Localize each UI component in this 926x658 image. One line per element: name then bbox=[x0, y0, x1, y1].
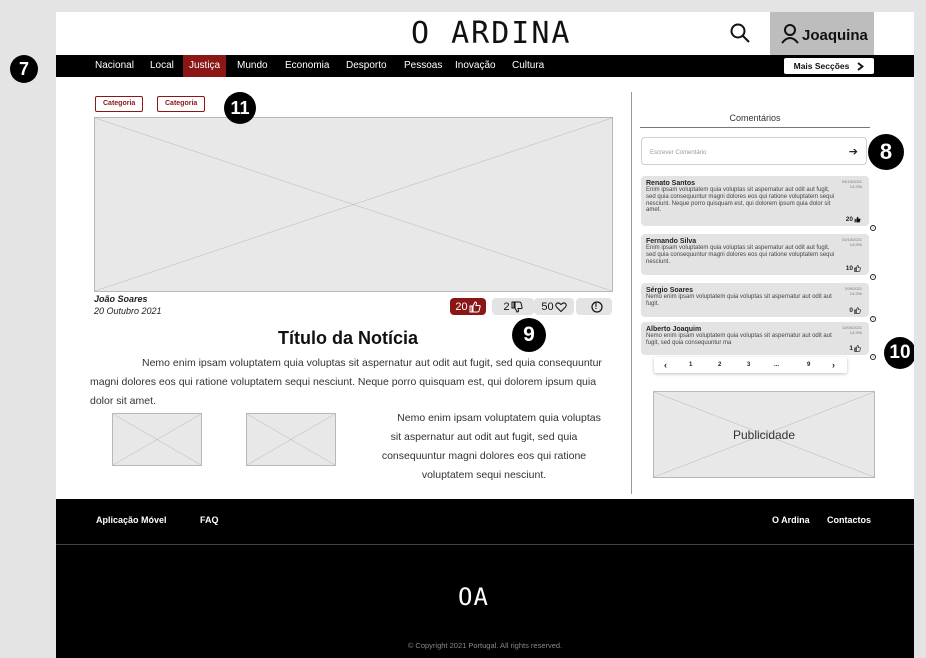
comment-author[interactable]: Renato Santos bbox=[646, 180, 864, 187]
comments-divider bbox=[640, 127, 870, 128]
nav-item-cultura[interactable]: Cultura bbox=[512, 55, 544, 77]
pagination-prev[interactable]: ‹ bbox=[664, 357, 667, 373]
comment-report-icon[interactable]: ! bbox=[870, 225, 876, 231]
comment-like-button[interactable]: 20 bbox=[846, 216, 861, 223]
article-author[interactable]: João Soares bbox=[94, 294, 148, 304]
comments-pagination: ‹ 1 2 3 ... 9 › bbox=[654, 357, 847, 373]
comment-text: Nemo enim ipsam voluptatem quia voluptas… bbox=[646, 294, 832, 307]
comment-text: Enim ipsam voluptatem quia voluptas sit … bbox=[646, 245, 835, 265]
more-sections-label: Mais Secções bbox=[793, 61, 850, 71]
more-sections-button[interactable]: Mais Secções bbox=[784, 58, 874, 74]
dislike-count: 2 bbox=[503, 300, 510, 313]
footer-link-faq[interactable]: FAQ bbox=[200, 515, 219, 525]
footer-link-app[interactable]: Aplicação Móvel bbox=[96, 515, 167, 525]
nav-item-mundo[interactable]: Mundo bbox=[237, 55, 268, 77]
user-account-button[interactable]: Joaquina bbox=[770, 12, 874, 55]
comment-input[interactable]: Escrever Comentário ➔ bbox=[641, 137, 867, 165]
inline-image-placeholder bbox=[246, 413, 336, 466]
comment-item: Sérgio Soares Nemo enim ipsam voluptatem… bbox=[641, 283, 876, 322]
thumbs-up-icon bbox=[854, 265, 861, 272]
nav-item-economia[interactable]: Economia bbox=[285, 55, 329, 77]
comment-item: Alberto Joaquim Nemo enim ipsam voluptat… bbox=[641, 322, 876, 360]
advertisement-box[interactable]: Publicidade bbox=[653, 391, 875, 478]
thumbs-up-icon bbox=[854, 307, 861, 314]
thumbs-up-icon bbox=[854, 345, 861, 352]
comment-input-placeholder: Escrever Comentário bbox=[650, 150, 707, 156]
footer-logo[interactable]: OA bbox=[458, 583, 489, 611]
heart-icon bbox=[554, 301, 567, 312]
comment-date: 7/09/2021 14:29h bbox=[844, 286, 862, 296]
comment-report-icon[interactable]: ! bbox=[870, 316, 876, 322]
comment-like-button[interactable]: 0 bbox=[849, 307, 861, 314]
nav-item-desporto[interactable]: Desporto bbox=[346, 55, 387, 77]
chevron-right-icon bbox=[857, 61, 865, 71]
comment-report-icon[interactable]: ! bbox=[870, 354, 876, 360]
annotation-badge-9: 9 bbox=[512, 318, 546, 352]
column-divider bbox=[631, 92, 632, 494]
footer: Aplicação Móvel FAQ O Ardina Contactos O… bbox=[56, 499, 914, 658]
thumbs-up-icon bbox=[854, 216, 861, 223]
comment-date: 03/10/2021 14:29h bbox=[841, 237, 862, 247]
pagination-page[interactable]: 1 bbox=[689, 357, 692, 373]
advertisement-label: Publicidade bbox=[732, 428, 796, 442]
like-count: 20 bbox=[455, 300, 468, 313]
comment-like-button[interactable]: 10 bbox=[846, 265, 861, 272]
comment-date: 12/09/2021 14:29h bbox=[841, 325, 862, 335]
category-tag[interactable]: Categoria bbox=[157, 96, 206, 112]
heart-count: 50 bbox=[541, 300, 554, 313]
nav-item-local[interactable]: Local bbox=[150, 55, 174, 77]
annotation-badge-8: 8 bbox=[868, 134, 904, 170]
annotation-badge-7: 7 bbox=[10, 55, 38, 83]
nav-item-justica[interactable]: Justiça bbox=[183, 55, 227, 77]
nav-item-pessoas[interactable]: Pessoas bbox=[404, 55, 442, 77]
article-image-placeholder bbox=[94, 117, 613, 292]
comment-text: Nemo enim ipsam voluptatem quia voluptas… bbox=[646, 333, 832, 346]
report-button[interactable]: ! bbox=[576, 298, 612, 315]
thumbs-up-icon bbox=[469, 300, 481, 312]
nav-bar: Nacional Local Justiça Mundo Economia De… bbox=[56, 55, 914, 77]
article-title: Título da Notícia bbox=[278, 328, 419, 348]
nav-item-inovacao[interactable]: Inovação bbox=[455, 55, 496, 77]
comment-text: Enim ipsam voluptatem quia voluptas sit … bbox=[646, 187, 835, 214]
comment-report-icon[interactable]: ! bbox=[870, 274, 876, 280]
pagination-page[interactable]: 2 bbox=[718, 357, 721, 373]
search-icon[interactable] bbox=[729, 22, 751, 44]
footer-copyright: © Copyright 2021 Portugal. All rights re… bbox=[407, 641, 563, 650]
page: O ARDINA Joaquina Nacional Local Justiça… bbox=[56, 12, 914, 658]
pagination-next[interactable]: › bbox=[832, 357, 835, 373]
like-button[interactable]: 20 bbox=[450, 298, 486, 315]
nav-item-nacional[interactable]: Nacional bbox=[95, 55, 134, 77]
comment-author[interactable]: Alberto Joaquim bbox=[646, 326, 864, 333]
user-name: Joaquina bbox=[802, 27, 868, 44]
heart-button[interactable]: 50 bbox=[534, 298, 574, 315]
send-arrow-icon[interactable]: ➔ bbox=[849, 145, 858, 158]
footer-link-contacts[interactable]: Contactos bbox=[827, 515, 871, 525]
dislike-button[interactable]: 2 bbox=[492, 298, 534, 315]
footer-link-about[interactable]: O Ardina bbox=[772, 515, 810, 525]
comments-title: Comentários bbox=[729, 113, 781, 123]
comment-item: Renato Santos Enim ipsam voluptatem quia… bbox=[641, 176, 876, 231]
user-icon bbox=[781, 23, 799, 44]
annotation-badge-11: 11 bbox=[224, 92, 256, 124]
article-paragraph: Nemo enim ipsam voluptatem quia voluptas… bbox=[90, 357, 602, 407]
article-paragraph: Nemo enim ipsam voluptatem quia voluptas… bbox=[381, 412, 601, 481]
category-tag[interactable]: Categoria bbox=[95, 96, 144, 112]
annotation-badge-10: 10 bbox=[884, 337, 914, 369]
inline-image-placeholder bbox=[112, 413, 202, 466]
report-symbol: ! bbox=[594, 302, 598, 311]
comment-like-button[interactable]: 1 bbox=[849, 345, 861, 352]
comment-date: 04/10/2021 14:29h bbox=[841, 179, 862, 189]
site-logo[interactable]: O ARDINA bbox=[411, 16, 572, 52]
pagination-page[interactable]: 3 bbox=[747, 357, 750, 373]
comment-author[interactable]: Sérgio Soares bbox=[646, 287, 864, 294]
thumbs-down-icon bbox=[511, 301, 523, 313]
comment-item: Fernando Silva Enim ipsam voluptatem qui… bbox=[641, 234, 876, 280]
pagination-ellipsis: ... bbox=[774, 362, 780, 368]
comment-author[interactable]: Fernando Silva bbox=[646, 238, 864, 245]
article-date: 20 Outubro 2021 bbox=[94, 306, 162, 316]
footer-divider bbox=[56, 544, 914, 545]
pagination-page[interactable]: 9 bbox=[807, 357, 810, 373]
